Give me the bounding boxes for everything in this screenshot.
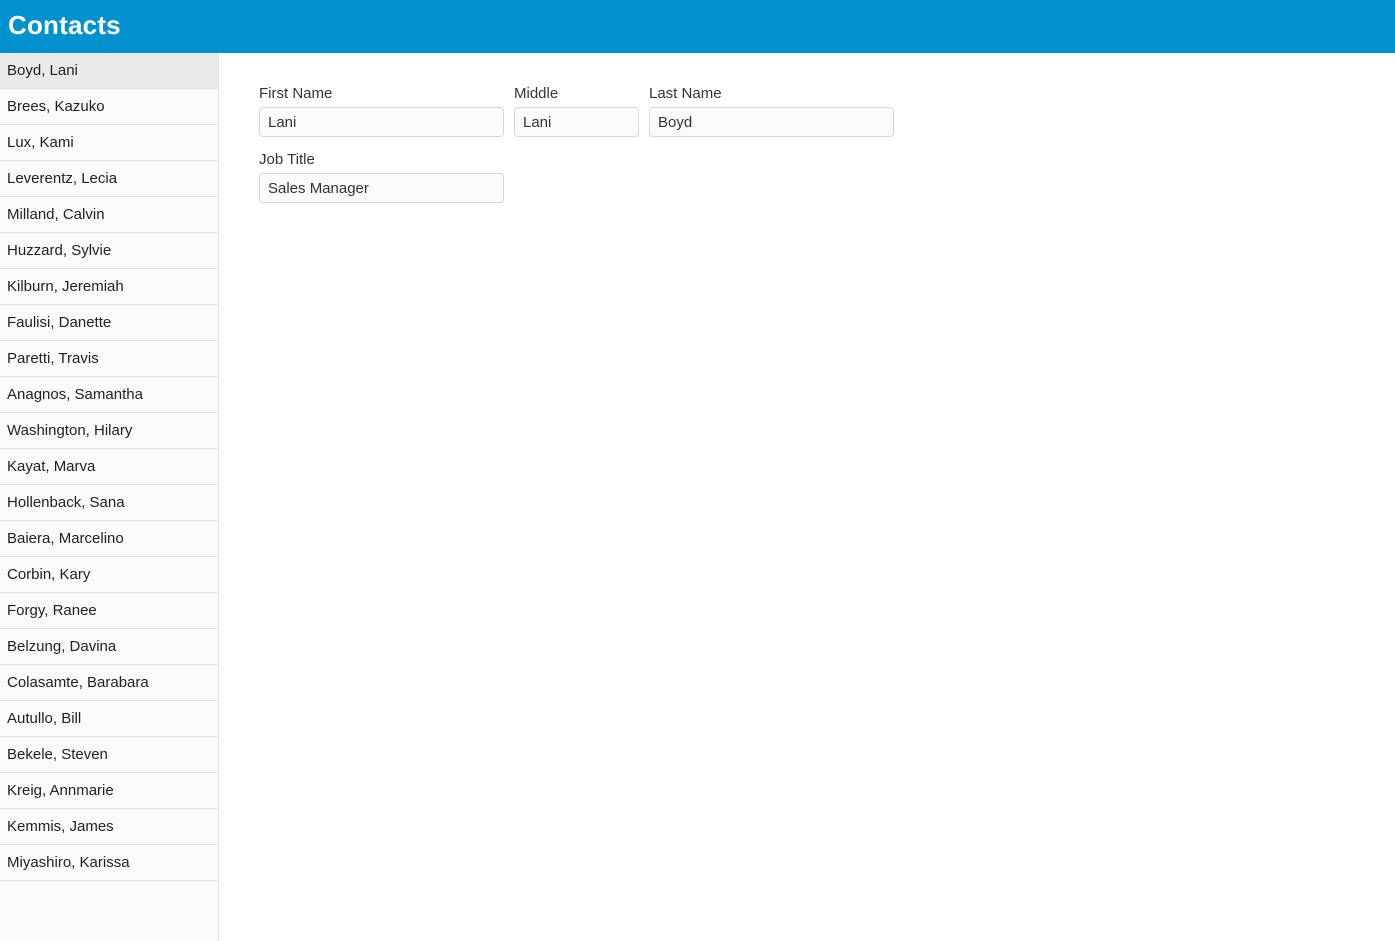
contact-list-item[interactable]: Baiera, Marcelino [0, 521, 218, 557]
app-body: Boyd, LaniBrees, KazukoLux, KamiLeverent… [0, 53, 1395, 941]
job-title-group: Job Title [259, 151, 504, 203]
job-title-input[interactable] [259, 173, 504, 203]
contact-list-item[interactable]: Leverentz, Lecia [0, 161, 218, 197]
contact-detail-panel: First Name Middle Last Name Job Title [219, 53, 1395, 941]
contact-list-item[interactable]: Kilburn, Jeremiah [0, 269, 218, 305]
middle-name-input[interactable] [514, 107, 639, 137]
contacts-sidebar[interactable]: Boyd, LaniBrees, KazukoLux, KamiLeverent… [0, 53, 219, 941]
contact-list-item[interactable]: Forgy, Ranee [0, 593, 218, 629]
job-title-label: Job Title [259, 151, 504, 168]
contact-list-item[interactable]: Anagnos, Samantha [0, 377, 218, 413]
contact-list-item[interactable]: Brees, Kazuko [0, 89, 218, 125]
contact-list-item[interactable]: Boyd, Lani [0, 53, 218, 89]
contact-list-item[interactable]: Colasamte, Barabara [0, 665, 218, 701]
contact-list-item[interactable]: Milland, Calvin [0, 197, 218, 233]
contact-list-item[interactable]: Miyashiro, Karissa [0, 845, 218, 881]
contact-list-item[interactable]: Kayat, Marva [0, 449, 218, 485]
contact-list-item[interactable]: Hollenback, Sana [0, 485, 218, 521]
contact-list-item[interactable]: Belzung, Davina [0, 629, 218, 665]
contact-list-item[interactable]: Kreig, Annmarie [0, 773, 218, 809]
contact-list-item[interactable]: Lux, Kami [0, 125, 218, 161]
contact-list-item[interactable]: Washington, Hilary [0, 413, 218, 449]
first-name-group: First Name [259, 85, 504, 137]
page-title: Contacts [8, 10, 1387, 41]
name-row: First Name Middle Last Name [259, 85, 1395, 137]
middle-name-group: Middle [514, 85, 639, 137]
app-root: Contacts Boyd, LaniBrees, KazukoLux, Kam… [0, 0, 1395, 941]
last-name-input[interactable] [649, 107, 894, 137]
middle-name-label: Middle [514, 85, 639, 102]
contact-list-item[interactable]: Kemmis, James [0, 809, 218, 845]
last-name-group: Last Name [649, 85, 894, 137]
first-name-input[interactable] [259, 107, 504, 137]
job-row: Job Title [259, 151, 1395, 203]
contact-list-item[interactable]: Autullo, Bill [0, 701, 218, 737]
app-header: Contacts [0, 0, 1395, 53]
contact-list-item[interactable]: Huzzard, Sylvie [0, 233, 218, 269]
last-name-label: Last Name [649, 85, 894, 102]
contact-list-item[interactable]: Corbin, Kary [0, 557, 218, 593]
contact-list-item[interactable]: Paretti, Travis [0, 341, 218, 377]
contact-list-item[interactable]: Faulisi, Danette [0, 305, 218, 341]
contact-list-item[interactable]: Bekele, Steven [0, 737, 218, 773]
first-name-label: First Name [259, 85, 504, 102]
